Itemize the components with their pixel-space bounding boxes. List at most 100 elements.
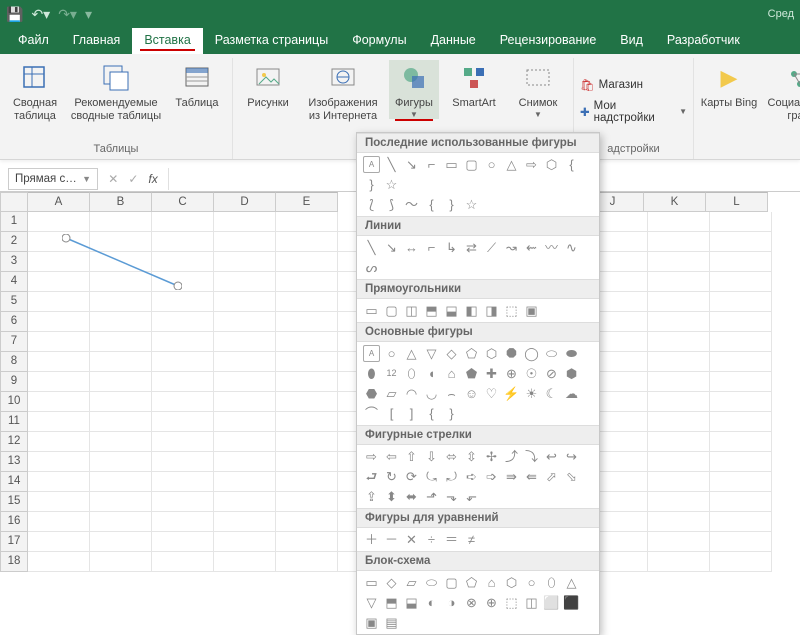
shape-f[interactable]: ◇ [383, 574, 400, 591]
shape-elbow-d[interactable]: ⇄ [463, 239, 480, 256]
pictures-button[interactable]: Рисунки [239, 60, 297, 110]
undo-icon[interactable]: ↶▾ [31, 6, 50, 23]
shape-hex[interactable]: ⬡ [543, 156, 560, 173]
shape-mult[interactable]: ✕ [403, 531, 420, 548]
tab-developer[interactable]: Разработчик [655, 28, 752, 54]
shape-b[interactable]: ☾ [543, 385, 560, 402]
line-shape[interactable] [62, 234, 182, 290]
shape-b[interactable]: ⬯ [403, 365, 420, 382]
shape-b[interactable]: ◯ [523, 345, 540, 362]
row-header[interactable]: 12 [0, 432, 28, 452]
shape-rect[interactable]: ▭ [443, 156, 460, 173]
shape-f[interactable]: ▭ [363, 574, 380, 591]
shape-a[interactable]: ⤵ [523, 448, 540, 465]
tab-file[interactable]: Файл [6, 28, 61, 54]
shape-b[interactable]: ♡ [483, 385, 500, 402]
shape-free[interactable]: 〰 [543, 239, 560, 256]
shape-lbrace2[interactable]: { [423, 196, 440, 213]
shape-b[interactable]: ⊘ [543, 365, 560, 382]
shape-a[interactable]: ⬎ [443, 488, 460, 505]
shape-a[interactable]: ⇪ [363, 488, 380, 505]
shape-b[interactable]: ◇ [443, 345, 460, 362]
tab-insert[interactable]: Вставка [132, 28, 202, 54]
row-header[interactable]: 10 [0, 392, 28, 412]
shape-f[interactable]: ⊗ [463, 594, 480, 611]
shape-rbrace2[interactable]: } [443, 196, 460, 213]
row-header[interactable]: 4 [0, 272, 28, 292]
shape-a[interactable]: ⇳ [463, 448, 480, 465]
recommended-pivot-button[interactable]: Рекомендуемые сводные таблицы [70, 60, 162, 122]
shape-f[interactable]: ▣ [363, 614, 380, 631]
col-header[interactable]: A [28, 192, 90, 212]
shape-b[interactable]: ☉ [523, 365, 540, 382]
screenshot-button[interactable]: Снимок ▼ [509, 60, 567, 119]
shape-f[interactable]: ◫ [523, 594, 540, 611]
shape-oval[interactable]: ○ [483, 156, 500, 173]
shape-minus[interactable]: － [383, 531, 400, 548]
shape-rbrace[interactable]: } [363, 176, 380, 193]
row-header[interactable]: 5 [0, 292, 28, 312]
shape-a[interactable]: ⬏ [423, 488, 440, 505]
qat-more-icon[interactable]: ▾ [85, 6, 92, 23]
shape-b[interactable]: ☺ [463, 385, 480, 402]
shape-roundrect[interactable]: ▢ [463, 156, 480, 173]
store-button[interactable]: 🛍 Магазин [580, 78, 643, 92]
shape-b[interactable]: ⊕ [503, 365, 520, 382]
shape-b[interactable]: ⬠ [463, 345, 480, 362]
shape-f[interactable]: △ [563, 574, 580, 591]
shape-a[interactable]: ⬀ [543, 468, 560, 485]
shape-f[interactable]: ⬛ [563, 594, 580, 611]
col-header[interactable]: K [644, 192, 706, 212]
shape-a[interactable]: ✢ [483, 448, 500, 465]
shape-b[interactable]: ☀ [523, 385, 540, 402]
my-addins-button[interactable]: ✚ Мои надстройки ▼ [580, 100, 687, 124]
tab-review[interactable]: Рецензирование [488, 28, 609, 54]
row-header[interactable]: 14 [0, 472, 28, 492]
row-header[interactable]: 3 [0, 252, 28, 272]
shape-a[interactable]: ⬄ [443, 448, 460, 465]
shape-b[interactable]: ⌂ [443, 365, 460, 382]
shape-eq[interactable]: ＝ [443, 531, 460, 548]
shape-f[interactable]: ▱ [403, 574, 420, 591]
shape-a[interactable]: ➩ [483, 468, 500, 485]
shape-b[interactable]: ⬮ [363, 365, 380, 382]
shape-f[interactable]: ◑ [443, 594, 460, 611]
shape-b[interactable]: ◖ [423, 365, 440, 382]
shape-b[interactable]: ◡ [423, 385, 440, 402]
shape-a[interactable]: ⬐ [463, 488, 480, 505]
shape-freeform[interactable]: 〜 [403, 196, 420, 213]
tab-view[interactable]: Вид [608, 28, 655, 54]
shape-plus[interactable]: ＋ [363, 531, 380, 548]
name-box[interactable]: Прямая с…▼ [8, 168, 98, 190]
shape-curve1[interactable]: ⟅ [363, 196, 380, 213]
col-header[interactable]: B [90, 192, 152, 212]
shape-a[interactable]: ↻ [383, 468, 400, 485]
shape-triangle[interactable]: △ [503, 156, 520, 173]
col-header[interactable]: E [276, 192, 338, 212]
smartart-button[interactable]: SmartArt [445, 60, 503, 110]
shape-b[interactable]: ⚡ [503, 385, 520, 402]
shape-b[interactable]: [ [383, 405, 400, 422]
shape-r8[interactable]: ⬚ [503, 302, 520, 319]
shape-b[interactable]: A [363, 345, 380, 362]
shape-b[interactable]: ⬡ [483, 345, 500, 362]
shape-neq[interactable]: ≠ [463, 531, 480, 548]
shape-f[interactable]: ⬡ [503, 574, 520, 591]
shape-a[interactable]: ⬍ [383, 488, 400, 505]
shape-r3[interactable]: ◫ [403, 302, 420, 319]
shape-f[interactable]: ⬠ [463, 574, 480, 591]
bing-maps-button[interactable]: ▶ Карты Bing [700, 60, 758, 110]
row-header[interactable]: 15 [0, 492, 28, 512]
shape-b[interactable]: ] [403, 405, 420, 422]
shape-b[interactable]: ▽ [423, 345, 440, 362]
shape-line-arrow[interactable]: ↘ [403, 156, 420, 173]
shape-f[interactable]: ▽ [363, 594, 380, 611]
shape-elbow-a[interactable]: ↳ [443, 239, 460, 256]
shape-r9[interactable]: ▣ [523, 302, 540, 319]
shape-curve2[interactable]: ⟆ [383, 196, 400, 213]
enter-icon[interactable]: ✓ [128, 172, 138, 186]
shape-a[interactable]: ➪ [463, 468, 480, 485]
row-header[interactable]: 11 [0, 412, 28, 432]
shape-b[interactable]: { [423, 405, 440, 422]
row-header[interactable]: 1 [0, 212, 28, 232]
